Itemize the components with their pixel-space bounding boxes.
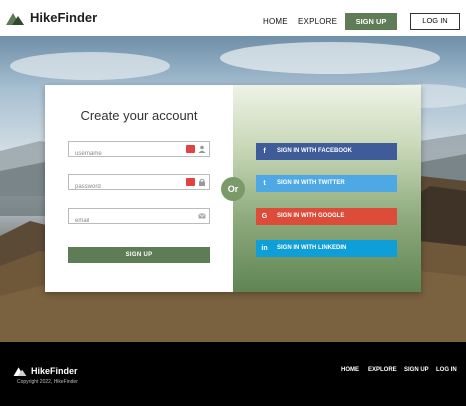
facebook-signin-button[interactable]: f SIGN IN WITH FACEBOOK xyxy=(256,143,397,160)
or-divider-badge: Or xyxy=(221,177,245,201)
brand-logo[interactable]: HikeFinder xyxy=(6,10,97,25)
twitter-signin-button[interactable]: t SIGN IN WITH TWITTER xyxy=(256,175,397,192)
google-icon: G xyxy=(261,213,268,220)
footer-brand-name: HikeFinder xyxy=(31,366,78,376)
email-field[interactable] xyxy=(68,208,210,228)
mountain-logo-icon xyxy=(6,12,24,25)
username-input[interactable] xyxy=(69,147,169,161)
username-field[interactable] xyxy=(68,141,210,161)
footer: HikeFinder Copyright 2022, HikeFinder HO… xyxy=(0,342,466,406)
facebook-icon: f xyxy=(263,148,266,155)
email-input[interactable] xyxy=(69,214,169,228)
mountain-logo-icon xyxy=(13,367,27,376)
twitter-icon: t xyxy=(263,180,266,187)
top-navbar: HikeFinder HOME EXPLORE SIGN UP LOG IN xyxy=(0,0,466,36)
password-field[interactable] xyxy=(68,174,210,194)
footer-brand-logo[interactable]: HikeFinder xyxy=(13,366,78,376)
nav-explore-link[interactable]: EXPLORE xyxy=(298,17,337,26)
facebook-signin-label: SIGN IN WITH FACEBOOK xyxy=(277,148,352,154)
footer-explore-link[interactable]: EXPLORE xyxy=(368,367,397,373)
header-login-button[interactable]: LOG IN xyxy=(410,13,460,30)
header-signup-button[interactable]: SIGN UP xyxy=(345,13,397,30)
password-input[interactable] xyxy=(69,180,169,194)
signup-submit-button[interactable]: SIGN UP xyxy=(68,247,210,263)
linkedin-signin-button[interactable]: in SIGN IN WITH LINKEDIN xyxy=(256,240,397,257)
footer-login-link[interactable]: LOG IN xyxy=(436,367,457,373)
brand-name: HikeFinder xyxy=(30,10,98,25)
google-signin-label: SIGN IN WITH GOOGLE xyxy=(277,213,345,219)
footer-signup-link[interactable]: SIGN UP xyxy=(404,367,429,373)
footer-home-link[interactable]: HOME xyxy=(341,367,359,373)
password-manager-icon[interactable] xyxy=(186,145,195,153)
signup-card: Create your account SIGN UP f SIGN I xyxy=(45,85,421,292)
envelope-icon xyxy=(198,213,206,219)
signup-form-panel: Create your account SIGN UP xyxy=(45,85,233,292)
password-manager-icon[interactable] xyxy=(186,178,195,186)
footer-copyright: Copyright 2022, HikeFinder xyxy=(17,379,78,385)
linkedin-icon: in xyxy=(261,245,268,252)
google-signin-button[interactable]: G SIGN IN WITH GOOGLE xyxy=(256,208,397,225)
nav-home-link[interactable]: HOME xyxy=(263,17,288,26)
form-title: Create your account xyxy=(80,108,198,123)
twitter-signin-label: SIGN IN WITH TWITTER xyxy=(277,180,345,186)
lock-icon xyxy=(199,178,205,186)
linkedin-signin-label: SIGN IN WITH LINKEDIN xyxy=(277,245,347,251)
user-icon xyxy=(198,145,206,153)
